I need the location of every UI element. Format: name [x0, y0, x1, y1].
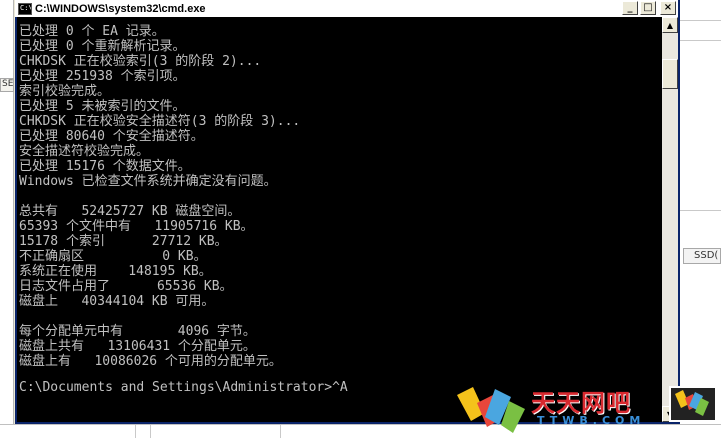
console-line: CHKDSK 正在校验安全描述符(3 的阶段 3)...	[19, 114, 301, 129]
background-app-left-pane	[0, 0, 14, 438]
console-line: 已处理 0 个重新解析记录。	[19, 39, 186, 54]
console-line: 已处理 5 未被索引的文件。	[19, 99, 186, 114]
background-app-right-pane	[679, 0, 721, 438]
console-app-icon-glyph: C:\	[20, 3, 32, 12]
scroll-thumb[interactable]	[662, 59, 678, 89]
console-line: 磁盘上有 10086026 个可用的分配单元。	[19, 354, 282, 369]
console-line: 日志文件占用了 65536 KB。	[19, 279, 233, 294]
background-grid-line	[135, 425, 136, 438]
scroll-up-button[interactable]: ▲	[662, 17, 678, 33]
background-grid-line	[680, 40, 721, 41]
background-left-tab[interactable]: SEI	[0, 78, 14, 92]
watermark-url: TTWB.COM	[537, 414, 646, 427]
console-line: 不正确扇区 0 KB。	[19, 249, 207, 264]
vertical-scrollbar[interactable]: ▲ ▼	[662, 17, 678, 422]
console-line: 总共有 52425727 KB 磁盘空间。	[19, 204, 241, 219]
title-bar[interactable]: C:\ C:\WINDOWS\system32\cmd.exe _ □ ×	[15, 0, 678, 17]
console-line: 每个分配单元中有 4096 字节。	[19, 324, 256, 339]
minimize-button[interactable]: _	[622, 1, 638, 15]
console-line: 磁盘上共有 13106431 个分配单元。	[19, 339, 256, 354]
maximize-button[interactable]: □	[640, 1, 656, 15]
watermark-text: 天天网吧	[531, 389, 631, 417]
close-icon: ×	[663, 2, 673, 13]
console-line: 15178 个索引 27712 KB。	[19, 234, 228, 249]
console-line: 已处理 80640 个安全描述符。	[19, 129, 204, 144]
background-grid-line	[150, 425, 151, 438]
console-line: 系统正在使用 148195 KB。	[19, 264, 212, 279]
console-line: Windows 已检查文件系统并确定没有问题。	[19, 174, 277, 189]
console-app-icon[interactable]: C:\	[18, 2, 32, 15]
background-grid-line	[680, 20, 721, 21]
scroll-up-arrow-icon: ▲	[666, 20, 674, 30]
console-line: 磁盘上 40344104 KB 可用。	[19, 294, 215, 309]
console-line: 已处理 15176 个数据文件。	[19, 159, 191, 174]
site-watermark: 天天网吧 TTWB.COM	[455, 383, 721, 438]
watermark-badge-icon	[675, 390, 709, 416]
maximize-icon: □	[643, 2, 653, 13]
console-line: 65393 个文件中有 11905716 KB。	[19, 219, 254, 234]
background-left-tab-label: SEI	[2, 79, 14, 89]
console-line: CHKDSK 正在校验索引(3 的阶段 2)...	[19, 54, 262, 69]
close-button[interactable]: ×	[660, 1, 676, 15]
window-title: C:\WINDOWS\system32\cmd.exe	[35, 2, 206, 15]
background-column-header[interactable]: SSD(	[683, 248, 721, 264]
console-line: 已处理 251938 个索引项。	[19, 69, 186, 84]
background-column-header-label: SSD(	[694, 250, 719, 261]
cmd-window[interactable]: C:\ C:\WINDOWS\system32\cmd.exe _ □ × 已处…	[15, 0, 680, 424]
window-controls: _ □ ×	[622, 1, 676, 15]
console-line: 已处理 0 个 EA 记录。	[19, 24, 165, 39]
background-grid-line	[280, 425, 281, 438]
watermark-logo-icon	[457, 387, 525, 433]
console-line: 安全描述符校验完成。	[19, 144, 150, 159]
minimize-icon: _	[627, 2, 633, 13]
console-output[interactable]: 已处理 0 个 EA 记录。 已处理 0 个重新解析记录。 CHKDSK 正在校验索…	[17, 17, 662, 422]
watermark-badge	[669, 386, 717, 422]
background-grid-line	[680, 210, 721, 211]
